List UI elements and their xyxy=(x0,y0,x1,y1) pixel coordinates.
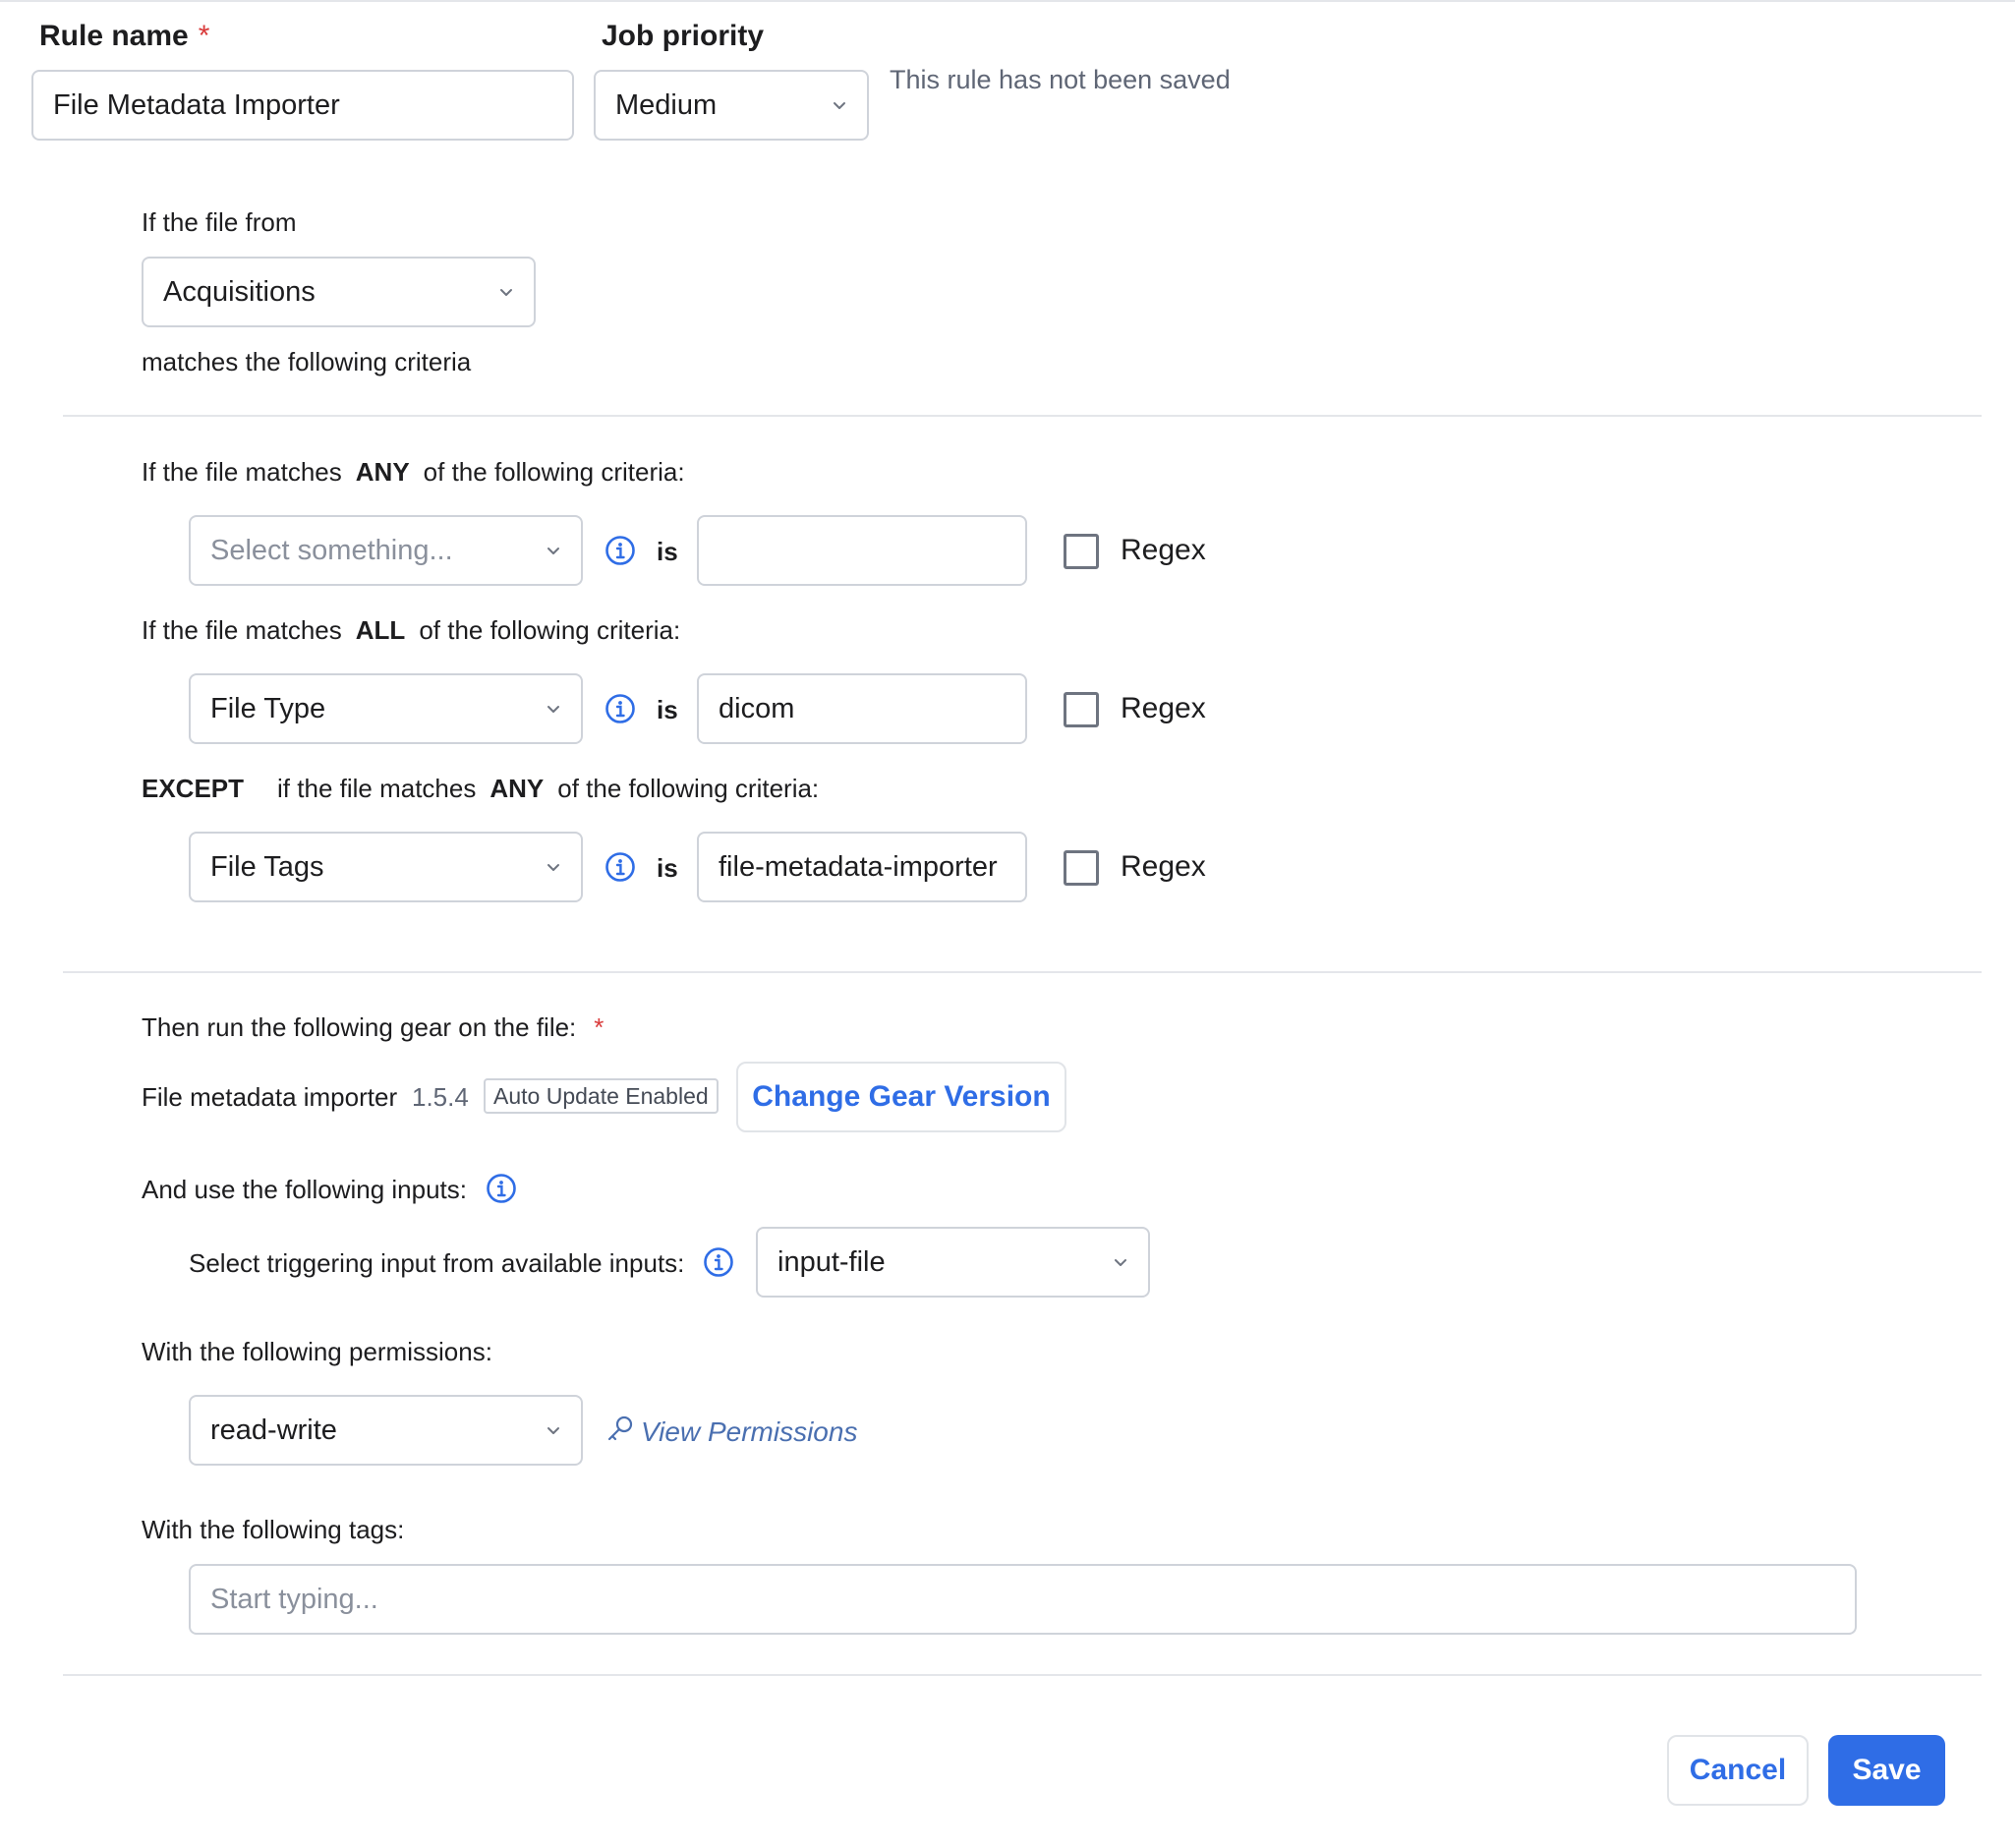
tags-input-placeholder: Start typing... xyxy=(210,1583,378,1615)
section-divider xyxy=(63,1674,1982,1676)
info-icon[interactable] xyxy=(604,851,636,883)
criteria-all-operator: is xyxy=(657,695,678,724)
source-container-select-value: Acquisitions xyxy=(163,275,316,308)
save-button[interactable]: Save xyxy=(1828,1735,1945,1806)
permissions-heading: With the following permissions: xyxy=(142,1337,492,1366)
job-priority-select[interactable]: Medium xyxy=(594,70,869,141)
permissions-select[interactable]: read-write xyxy=(189,1395,583,1466)
criteria-except-regex-checkbox[interactable] xyxy=(1064,850,1099,886)
required-indicator: * xyxy=(594,1012,604,1042)
chevron-down-icon xyxy=(546,1422,561,1438)
rule-name-input[interactable]: File Metadata Importer xyxy=(31,70,574,141)
criteria-any-prefix: If the file matches xyxy=(142,457,342,487)
criteria-any-heading: If the file matches ANY of the following c… xyxy=(142,457,685,488)
auto-update-badge: Auto Update Enabled xyxy=(484,1078,719,1114)
criteria-except-suffix: of the following criteria: xyxy=(557,774,820,803)
trigger-input-select-value: input-file xyxy=(777,1245,886,1278)
rule-name-label-text: Rule name xyxy=(39,20,189,52)
info-icon[interactable] xyxy=(604,693,636,724)
criteria-all-regex-checkbox[interactable] xyxy=(1064,692,1099,727)
info-icon[interactable] xyxy=(604,535,636,566)
criteria-except-any-keyword: ANY xyxy=(489,774,545,803)
criteria-except-field-value: File Tags xyxy=(210,850,324,883)
criteria-except-heading: EXCEPT if the file matches ANY of the follo… xyxy=(142,774,819,804)
criteria-any-suffix: of the following criteria: xyxy=(423,457,685,487)
source-outro-text: matches the following criteria xyxy=(142,347,472,376)
chevron-down-icon xyxy=(546,701,561,717)
criteria-all-value-input[interactable]: dicom xyxy=(697,673,1027,744)
criteria-all-regex-label: Regex xyxy=(1121,692,1206,724)
trigger-input-label: Select triggering input from available i… xyxy=(189,1248,685,1278)
key-icon xyxy=(605,1414,641,1450)
chevron-down-icon xyxy=(498,284,514,300)
criteria-except-operator: is xyxy=(657,853,678,883)
gear-name: File metadata importer xyxy=(142,1082,398,1112)
view-permissions-link[interactable]: View Permissions xyxy=(605,1414,857,1450)
chevron-down-icon xyxy=(1113,1254,1128,1270)
section-divider xyxy=(63,415,1982,417)
criteria-any-value-input[interactable] xyxy=(697,515,1027,586)
gear-heading-text: Then run the following gear on the file: xyxy=(142,1012,577,1042)
source-container-select[interactable]: Acquisitions xyxy=(142,257,536,327)
cancel-button[interactable]: Cancel xyxy=(1667,1735,1809,1806)
job-priority-label: Job priority xyxy=(602,20,765,52)
info-icon[interactable] xyxy=(703,1246,734,1278)
chevron-down-icon xyxy=(546,859,561,875)
unsaved-notice: This rule has not been saved xyxy=(890,65,1231,94)
criteria-except-keyword: EXCEPT xyxy=(142,774,245,803)
criteria-all-keyword: ALL xyxy=(355,615,406,645)
criteria-all-field-value: File Type xyxy=(210,692,326,724)
chevron-down-icon xyxy=(546,543,561,558)
rule-name-input-value: File Metadata Importer xyxy=(53,88,340,121)
criteria-except-field-select[interactable]: File Tags xyxy=(189,832,583,902)
criteria-any-field-placeholder: Select something... xyxy=(210,534,453,566)
source-intro-text: If the file from xyxy=(142,207,297,237)
view-permissions-text: View Permissions xyxy=(641,1415,858,1447)
permissions-select-value: read-write xyxy=(210,1414,337,1446)
criteria-except-value-input[interactable]: file-metadata-importer xyxy=(697,832,1027,902)
trigger-input-select[interactable]: input-file xyxy=(756,1227,1150,1298)
criteria-except-prefix: if the file matches xyxy=(277,774,477,803)
info-icon[interactable] xyxy=(486,1173,517,1204)
criteria-any-regex-label: Regex xyxy=(1121,534,1206,566)
top-border xyxy=(0,0,2015,2)
criteria-any-regex-checkbox[interactable] xyxy=(1064,534,1099,569)
criteria-all-field-select[interactable]: File Type xyxy=(189,673,583,744)
chevron-down-icon xyxy=(832,97,847,113)
criteria-all-prefix: If the file matches xyxy=(142,615,342,645)
required-indicator: * xyxy=(198,20,210,52)
gear-heading: Then run the following gear on the file:… xyxy=(142,1012,604,1043)
gear-version: 1.5.4 xyxy=(412,1082,469,1112)
rule-name-label: Rule name * xyxy=(39,20,209,53)
criteria-except-regex-label: Regex xyxy=(1121,850,1206,883)
tags-heading: With the following tags: xyxy=(142,1515,405,1544)
tags-input[interactable]: Start typing... xyxy=(189,1564,1857,1635)
criteria-all-heading: If the file matches ALL of the following c… xyxy=(142,615,680,646)
section-divider xyxy=(63,971,1982,973)
job-priority-select-value: Medium xyxy=(615,88,718,121)
criteria-any-operator: is xyxy=(657,537,678,566)
criteria-any-keyword: ANY xyxy=(355,457,410,487)
criteria-all-suffix: of the following criteria: xyxy=(419,615,681,645)
criteria-any-field-select[interactable]: Select something... xyxy=(189,515,583,586)
change-gear-version-button[interactable]: Change Gear Version xyxy=(736,1062,1066,1132)
inputs-heading: And use the following inputs: xyxy=(142,1175,467,1204)
criteria-all-value: dicom xyxy=(719,692,795,724)
criteria-except-value: file-metadata-importer xyxy=(719,850,998,883)
